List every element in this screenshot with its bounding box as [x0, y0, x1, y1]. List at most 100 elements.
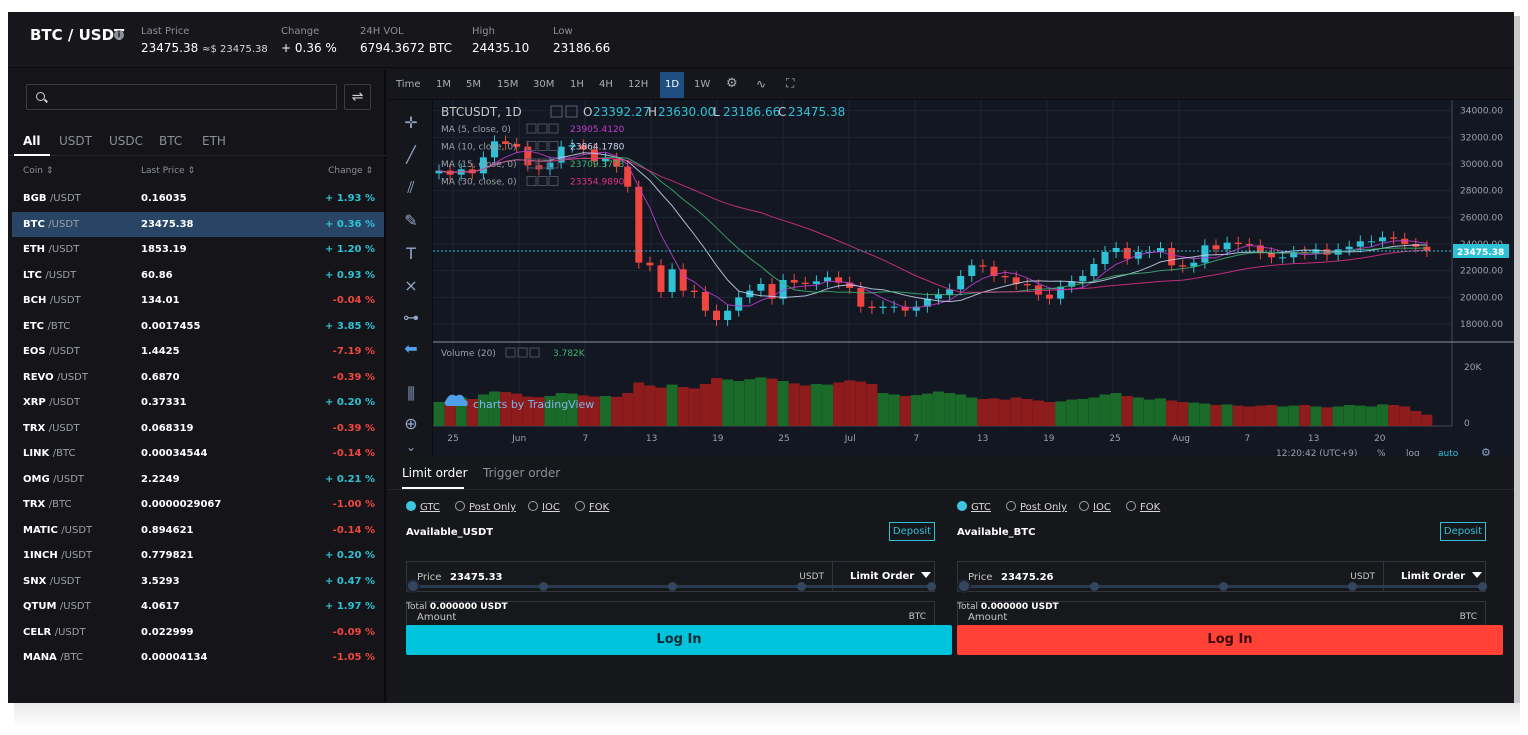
coin-name: ETH /USDT: [23, 244, 80, 255]
buy-login-button[interactable]: Log In: [406, 625, 952, 655]
volume-bar: [844, 380, 856, 426]
volume-bar: [1277, 406, 1289, 426]
radio-ioc[interactable]: IOC: [528, 501, 560, 513]
market-row[interactable]: MANA /BTC 0.00004134 -1.05 %: [12, 645, 384, 671]
market-row[interactable]: BTC /USDT 23475.38 + 0.36 %: [12, 211, 384, 237]
stat-value: 24435.10: [472, 41, 530, 55]
brush-icon[interactable]: ✎: [400, 210, 422, 232]
market-row[interactable]: LTC /USDT 60.86 + 0.93 %: [12, 263, 384, 289]
price-chart[interactable]: 34000.00 32000.00 30000.00 28000.00 26000.00…: [433, 100, 1514, 456]
info-icon[interactable]: i: [114, 30, 124, 40]
text-icon[interactable]: T: [400, 243, 422, 265]
interval-1h[interactable]: 1H: [570, 79, 584, 90]
radio-post-only[interactable]: Post Only: [1006, 501, 1067, 513]
interval-1d[interactable]: 1D: [660, 72, 685, 98]
market-row[interactable]: 1INCH /USDT 0.779821 + 0.20 %: [12, 543, 384, 569]
radio-fok[interactable]: FOK: [1126, 501, 1160, 513]
coin-change: -1.05 %: [332, 652, 375, 663]
radio-gtc[interactable]: GTC: [406, 501, 440, 513]
fib-icon[interactable]: ⫽: [400, 177, 422, 199]
swap-icon[interactable]: ⇌: [344, 84, 371, 110]
interval-4h[interactable]: 4H: [599, 79, 613, 90]
radio-ioc[interactable]: IOC: [1079, 501, 1111, 513]
volume-bar: [799, 385, 811, 426]
arrow-left-icon[interactable]: ⬅: [400, 338, 422, 360]
coin-change: + 1.97 %: [324, 601, 375, 612]
candle-body: [857, 288, 865, 307]
amount-slider[interactable]: [957, 579, 1487, 593]
search-input[interactable]: [26, 84, 337, 110]
candle-body: [735, 297, 743, 311]
col-coin[interactable]: Coin ⇕: [23, 166, 53, 176]
volume-bar: [777, 381, 789, 426]
trend-line-icon[interactable]: ╱: [400, 144, 422, 166]
market-row[interactable]: LINK /BTC 0.00034544 -0.14 %: [12, 441, 384, 467]
coin-name: MANA /BTC: [23, 652, 84, 663]
market-row[interactable]: ETH /USDT 1853.19 + 1.20 %: [12, 237, 384, 263]
slider-handle[interactable]: [406, 579, 420, 593]
market-row[interactable]: QTUM /USDT 4.0617 + 1.97 %: [12, 594, 384, 620]
col-last-price[interactable]: Last Price ⇕: [141, 166, 195, 176]
market-row[interactable]: TRX /BTC 0.0000029067 -1.00 %: [12, 492, 384, 518]
market-row[interactable]: OMG /USDT 2.2249 + 0.21 %: [12, 467, 384, 493]
volume-bar: [1044, 402, 1055, 426]
interval-12h[interactable]: 12H: [628, 79, 648, 90]
amount-slider[interactable]: [406, 579, 936, 593]
indicators-icon[interactable]: ∿: [756, 77, 766, 91]
last-price-label: 23475.38: [1457, 248, 1504, 258]
market-row[interactable]: EOS /USDT 1.4425 -7.19 %: [12, 339, 384, 365]
deposit-button[interactable]: Deposit: [1440, 522, 1486, 541]
market-row[interactable]: BGB /USDT 0.16035 + 1.93 %: [12, 186, 384, 212]
market-row[interactable]: BCH /USDT 134.01 -0.04 %: [12, 288, 384, 314]
market-row[interactable]: SNX /USDT 3.5293 + 0.47 %: [12, 569, 384, 595]
time-tick: 19: [712, 434, 724, 444]
tab-usdt[interactable]: USDT: [59, 134, 92, 148]
zoom-icon[interactable]: ⊕: [400, 413, 422, 435]
tab-usdc[interactable]: USDC: [109, 134, 143, 148]
ruler-icon[interactable]: ⫼: [400, 383, 422, 405]
radio-post-only[interactable]: Post Only: [455, 501, 516, 513]
radio-gtc[interactable]: GTC: [957, 501, 991, 513]
crosshair-icon[interactable]: ✛: [400, 112, 422, 134]
volume-value: 3.782K: [553, 349, 586, 359]
gear-icon[interactable]: ⚙: [726, 76, 738, 91]
time-tick: 25: [447, 434, 458, 444]
market-row[interactable]: TRX /USDT 0.068319 -0.39 %: [12, 416, 384, 442]
slider-handle[interactable]: [957, 579, 971, 593]
interval-1m[interactable]: 1M: [436, 79, 451, 90]
tab-all[interactable]: All: [23, 134, 41, 148]
coin-name: BGB /USDT: [23, 193, 81, 204]
market-row[interactable]: MATIC /USDT 0.894621 -0.14 %: [12, 518, 384, 544]
market-row[interactable]: CELR /USDT 0.022999 -0.09 %: [12, 620, 384, 646]
market-tabs: All USDT USDC BTC ETH: [8, 132, 386, 156]
radio-fok[interactable]: FOK: [575, 501, 609, 513]
coin-name: TRX /USDT: [23, 422, 80, 434]
volume-bar: [1066, 399, 1078, 426]
chevron-down-icon[interactable]: ⌄: [400, 436, 422, 458]
volume-tick: 20K: [1464, 363, 1482, 373]
sell-login-button[interactable]: Log In: [957, 625, 1503, 655]
volume-bar: [1177, 402, 1189, 426]
volume-bar: [677, 387, 689, 426]
interval-1w[interactable]: 1W: [694, 79, 710, 90]
interval-30m[interactable]: 30M: [533, 79, 554, 90]
market-row[interactable]: REVO /USDT 0.6870 -0.39 %: [12, 365, 384, 391]
pair-title: BTC / USDT: [30, 26, 125, 44]
tab-btc[interactable]: BTC: [159, 134, 182, 148]
interval-15m[interactable]: 15M: [497, 79, 518, 90]
ticker-header: BTC / USDT i Last Price 23475.38 ≈$ 2347…: [8, 12, 1514, 68]
volume-bar: [988, 398, 1000, 426]
deposit-button[interactable]: Deposit: [889, 522, 935, 541]
tab-eth[interactable]: ETH: [202, 134, 226, 148]
interval-time[interactable]: Time: [396, 79, 420, 90]
coin-price: 23475.38: [141, 218, 194, 230]
stat-label: Last Price: [141, 26, 190, 37]
market-row[interactable]: XRP /USDT 0.37331 + 0.20 %: [12, 390, 384, 416]
col-change[interactable]: Change ⇕: [328, 166, 373, 176]
fullscreen-icon[interactable]: ⛶: [786, 76, 794, 91]
interval-5m[interactable]: 5M: [466, 79, 481, 90]
market-row[interactable]: ETC /BTC 0.0017455 + 3.85 %: [12, 314, 384, 340]
pattern-icon[interactable]: ⨯: [400, 275, 422, 297]
volume-bar: [888, 394, 900, 426]
measure-icon[interactable]: ⊶: [400, 307, 422, 329]
